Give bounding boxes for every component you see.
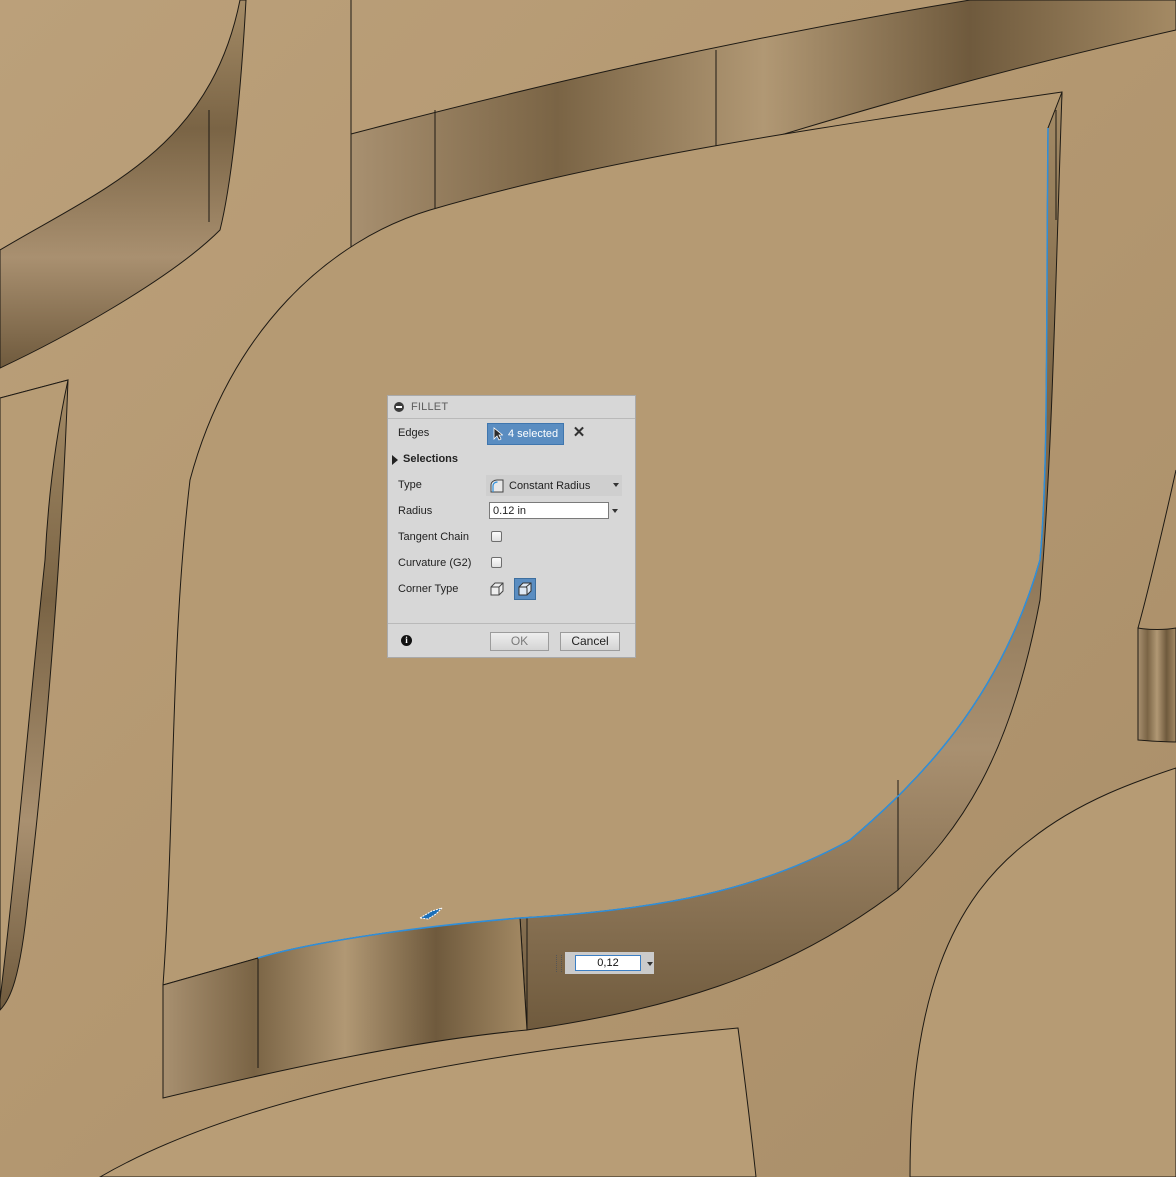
selections-label: Selections bbox=[403, 453, 459, 465]
ok-button[interactable]: OK bbox=[490, 632, 549, 651]
setback-corner-icon bbox=[518, 582, 532, 596]
radius-row: Radius bbox=[388, 500, 635, 522]
selections-group-header[interactable]: Selections bbox=[388, 448, 635, 470]
tangent-chain-row: Tangent Chain bbox=[388, 526, 635, 548]
canvas-value-input-box bbox=[556, 952, 656, 974]
curvature-row: Curvature (G2) bbox=[388, 552, 635, 574]
fillet-dialog: FILLET Edges 4 selected ✕ Selections Typ… bbox=[387, 395, 636, 658]
expand-triangle-icon[interactable] bbox=[392, 455, 398, 465]
edges-selection-button[interactable]: 4 selected bbox=[487, 423, 564, 445]
rolling-ball-corner-icon bbox=[490, 582, 504, 596]
dialog-title: FILLET bbox=[411, 401, 449, 413]
minus-circle-icon[interactable] bbox=[394, 402, 404, 412]
edges-selection-count: 4 selected bbox=[508, 428, 559, 440]
chevron-down-icon[interactable] bbox=[612, 509, 618, 513]
drag-grip-icon[interactable] bbox=[556, 955, 562, 972]
chevron-down-icon[interactable] bbox=[613, 483, 619, 487]
canvas-radius-input[interactable] bbox=[575, 955, 641, 971]
type-row: Type Constant Radius bbox=[388, 474, 635, 496]
corner-type-row: Corner Type bbox=[388, 578, 635, 600]
type-label: Type bbox=[398, 479, 422, 491]
curvature-label: Curvature (G2) bbox=[398, 557, 472, 569]
type-dropdown[interactable]: Constant Radius bbox=[486, 475, 622, 496]
cursor-arrow-icon bbox=[493, 427, 503, 441]
close-icon[interactable]: ✕ bbox=[572, 425, 586, 441]
type-value: Constant Radius bbox=[509, 479, 591, 492]
rolling-ball-corner-button[interactable] bbox=[486, 578, 508, 600]
radius-label: Radius bbox=[398, 505, 433, 517]
curvature-checkbox[interactable] bbox=[491, 557, 502, 568]
setback-corner-button[interactable] bbox=[514, 578, 536, 600]
wall-right-piece bbox=[1137, 627, 1176, 743]
edges-label: Edges bbox=[398, 427, 430, 439]
dialog-header[interactable]: FILLET bbox=[388, 396, 635, 419]
info-icon[interactable]: i bbox=[401, 635, 412, 646]
fillet-drag-arrow-icon[interactable] bbox=[418, 906, 446, 922]
radius-input[interactable] bbox=[489, 502, 609, 519]
edges-row: Edges 4 selected ✕ bbox=[388, 422, 635, 445]
cancel-button[interactable]: Cancel bbox=[560, 632, 620, 651]
corner-type-label: Corner Type bbox=[398, 583, 459, 595]
constant-radius-icon bbox=[490, 479, 504, 492]
chevron-down-icon[interactable] bbox=[647, 962, 653, 966]
footer-divider bbox=[388, 623, 635, 624]
tangent-chain-checkbox[interactable] bbox=[491, 531, 502, 542]
tangent-chain-label: Tangent Chain bbox=[398, 531, 469, 543]
